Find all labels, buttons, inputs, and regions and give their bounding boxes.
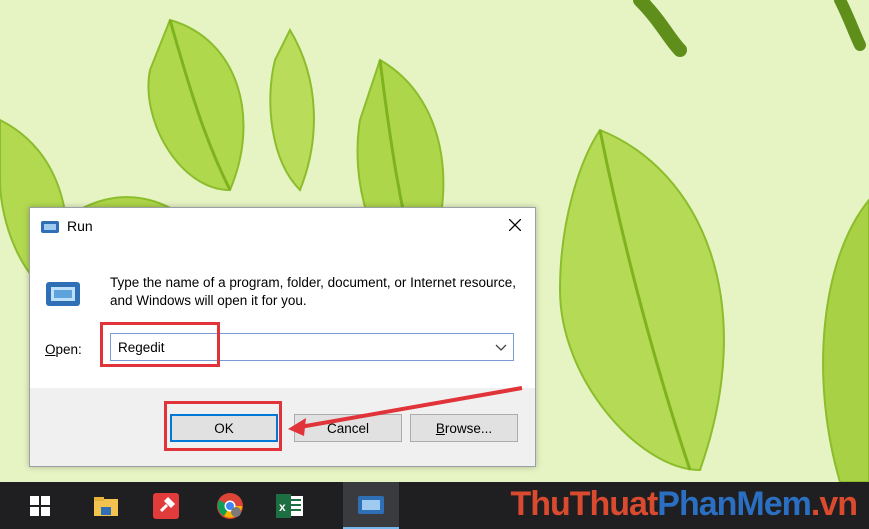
folder-icon [94, 496, 118, 516]
watermark-logo: ThuThuatPhanMem.vn [510, 485, 858, 523]
taskbar-pin-app[interactable] [138, 482, 194, 529]
start-button[interactable] [12, 482, 68, 529]
highlight-input-box [100, 322, 220, 367]
dropdown-chevron-icon[interactable] [493, 338, 509, 356]
dialog-title: Run [67, 218, 93, 234]
taskbar-chrome[interactable] [202, 482, 258, 529]
windows-logo-icon [30, 495, 50, 516]
dialog-footer: OK Cancel Browse... [30, 388, 535, 466]
run-program-icon [44, 280, 84, 308]
dialog-titlebar[interactable]: Run [30, 208, 535, 244]
chrome-icon [217, 492, 243, 519]
close-icon [509, 219, 521, 231]
excel-icon: x [276, 493, 303, 518]
browse-button[interactable]: Browse... [410, 414, 518, 442]
run-icon [358, 495, 384, 514]
taskbar-excel[interactable]: x [262, 482, 318, 529]
open-label: Open: [45, 342, 82, 357]
taskbar: x ThuThuatPhanMem.vn [0, 482, 869, 529]
svg-text:x: x [279, 500, 286, 514]
run-icon [41, 220, 59, 233]
pushpin-icon [153, 492, 179, 519]
taskbar-file-explorer[interactable] [78, 482, 134, 529]
dialog-description: Type the name of a program, folder, docu… [110, 275, 516, 308]
cancel-button[interactable]: Cancel [294, 414, 402, 442]
highlight-ok-box [164, 401, 282, 451]
close-button[interactable] [495, 208, 535, 242]
taskbar-run[interactable] [343, 482, 399, 529]
